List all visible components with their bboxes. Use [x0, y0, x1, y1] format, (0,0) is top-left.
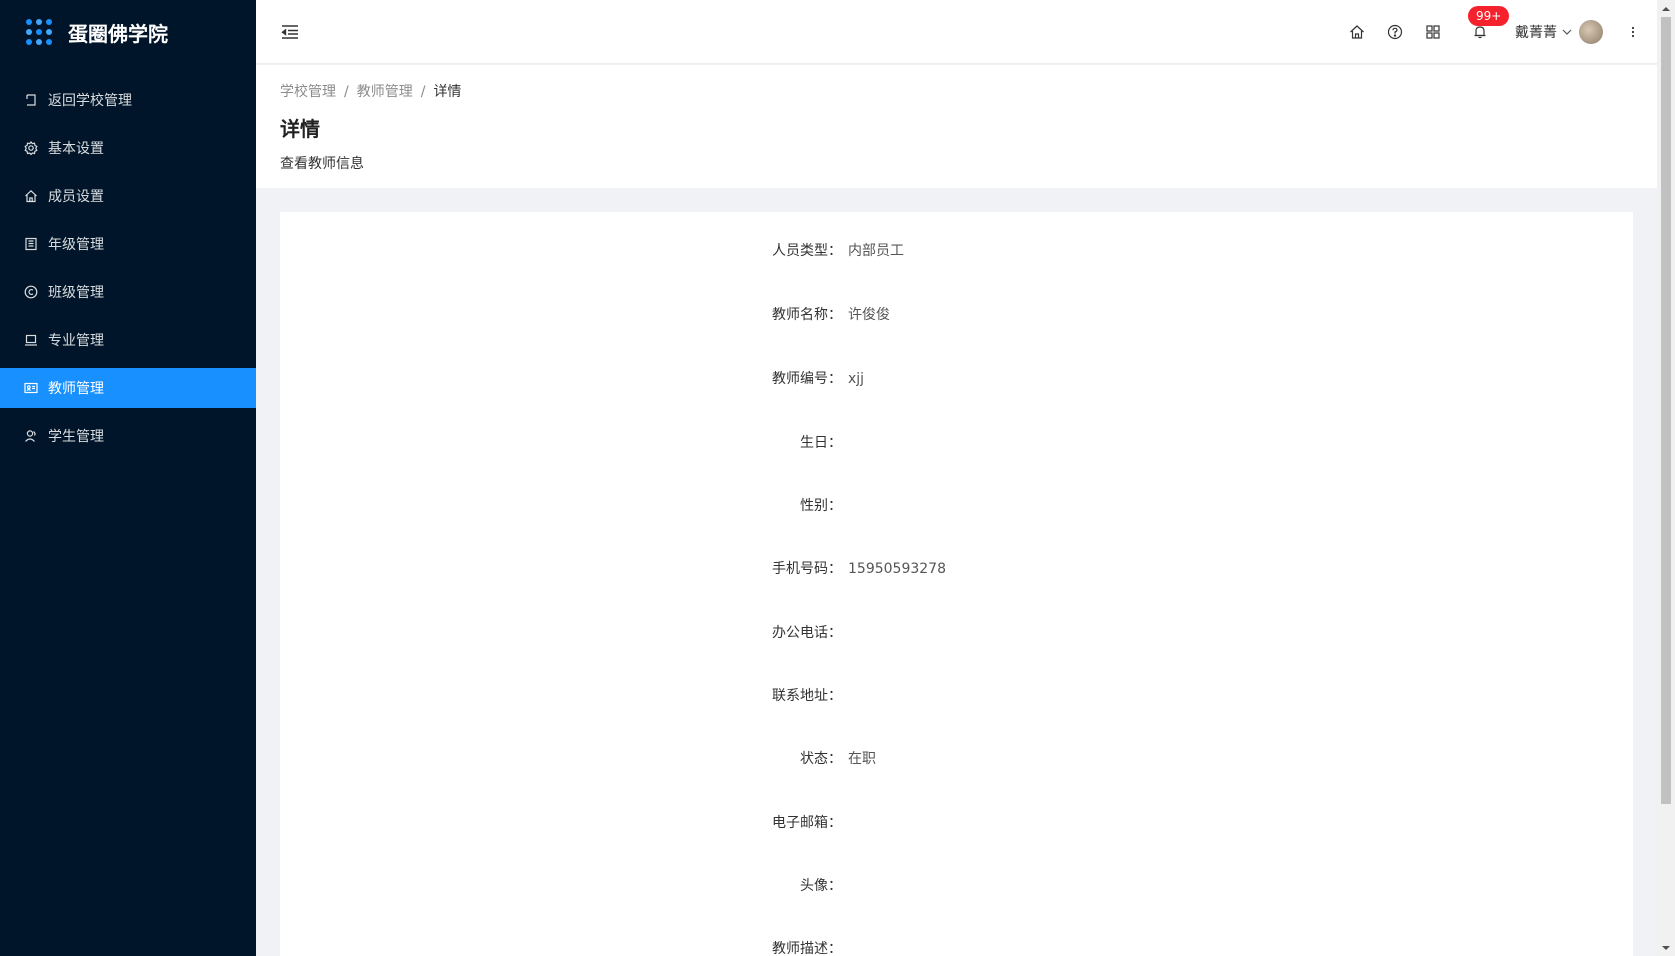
- app-title: 蛋圈佛学院: [68, 21, 168, 46]
- field-label: 教师编号：: [772, 371, 842, 387]
- breadcrumb: 学校管理 / 教师管理 / 详情: [280, 81, 1633, 103]
- help-icon[interactable]: [1387, 24, 1403, 40]
- notification-bell-icon[interactable]: 99+: [1468, 6, 1510, 40]
- field-office-phone: 办公电话：: [280, 622, 1633, 644]
- sidebar: 蛋圈佛学院 返回学校管理 基本设置 成员设置 年级管理 班级管理 专业管理 教师…: [0, 0, 256, 956]
- field-value: 15950593278: [848, 561, 946, 577]
- field-label: 性别：: [800, 498, 842, 514]
- home-icon: [24, 189, 38, 203]
- breadcrumb-item-current: 详情: [433, 84, 462, 100]
- sidebar-item-label: 成员设置: [48, 189, 104, 205]
- avatar[interactable]: [1579, 20, 1603, 44]
- sidebar-item-major[interactable]: 专业管理: [0, 320, 256, 360]
- detail-card: 人员类型： 内部员工 教师名称： 许俊俊 教师编号： xjj 生日： 性别： 手…: [280, 212, 1633, 956]
- field-birthday: 生日：: [280, 432, 1633, 454]
- sidebar-item-member-settings[interactable]: 成员设置: [0, 176, 256, 216]
- field-status: 状态： 在职: [280, 748, 1633, 770]
- menu-fold-icon[interactable]: [280, 22, 300, 42]
- field-label: 状态：: [800, 751, 842, 767]
- field-address: 联系地址：: [280, 685, 1633, 707]
- field-value: 在职: [848, 751, 876, 767]
- copyright-icon: [24, 285, 38, 299]
- breadcrumb-item-teacher[interactable]: 教师管理: [357, 84, 413, 100]
- field-label: 教师名称：: [772, 307, 842, 323]
- scroll-down-arrow-icon[interactable]: [1657, 939, 1675, 956]
- field-avatar: 头像：: [280, 875, 1633, 897]
- field-email: 电子邮箱：: [280, 812, 1633, 834]
- sidebar-item-student[interactable]: 学生管理: [0, 416, 256, 456]
- field-value: xjj: [848, 371, 865, 387]
- users-icon: [24, 429, 38, 443]
- sidebar-item-grade[interactable]: 年级管理: [0, 224, 256, 264]
- sidebar-item-basic-settings[interactable]: 基本设置: [0, 128, 256, 168]
- field-teacher-name: 教师名称： 许俊俊: [280, 304, 1633, 326]
- field-label: 电子邮箱：: [772, 815, 842, 831]
- more-vertical-icon[interactable]: [1625, 24, 1641, 40]
- field-label: 办公电话：: [772, 625, 842, 641]
- field-label: 人员类型：: [772, 243, 842, 259]
- user-menu[interactable]: 戴菁菁: [1515, 20, 1603, 44]
- field-label: 联系地址：: [772, 688, 842, 704]
- sidebar-item-class[interactable]: 班级管理: [0, 272, 256, 312]
- field-value: 许俊俊: [848, 307, 890, 323]
- field-person-type: 人员类型： 内部员工: [280, 240, 1633, 262]
- home-icon[interactable]: [1349, 24, 1365, 40]
- field-label: 生日：: [800, 435, 842, 451]
- breadcrumb-item-school[interactable]: 学校管理: [280, 84, 336, 100]
- back-icon: [24, 93, 38, 107]
- field-label: 手机号码：: [772, 561, 842, 577]
- sidebar-item-label: 教师管理: [48, 381, 104, 397]
- gear-icon: [24, 141, 38, 155]
- field-description: 教师描述：: [280, 938, 1633, 956]
- sidebar-item-label: 返回学校管理: [48, 93, 132, 109]
- id-card-icon: [24, 381, 38, 395]
- breadcrumb-separator: /: [420, 84, 426, 100]
- sidebar-item-back[interactable]: 返回学校管理: [0, 80, 256, 120]
- sidebar-item-teacher[interactable]: 教师管理: [0, 368, 256, 408]
- app-grid-logo-icon: [26, 19, 52, 45]
- field-label: 教师描述：: [772, 941, 842, 956]
- sidebar-item-label: 专业管理: [48, 333, 104, 349]
- building-icon: [24, 237, 38, 251]
- sidebar-item-label: 年级管理: [48, 237, 104, 253]
- field-gender: 性别：: [280, 495, 1633, 517]
- chevron-down-icon: [1562, 29, 1572, 35]
- sidebar-item-label: 基本设置: [48, 141, 104, 157]
- field-value: 内部员工: [848, 243, 904, 259]
- sidebar-menu: 返回学校管理 基本设置 成员设置 年级管理 班级管理 专业管理 教师管理 学生管…: [0, 80, 256, 456]
- field-label: 头像：: [800, 878, 842, 894]
- logo[interactable]: 蛋圈佛学院: [0, 0, 256, 64]
- laptop-icon: [24, 333, 38, 347]
- apps-grid-icon[interactable]: [1425, 24, 1441, 40]
- breadcrumb-separator: /: [344, 84, 349, 100]
- scroll-up-arrow-icon[interactable]: [1657, 0, 1675, 17]
- field-teacher-code: 教师编号： xjj: [280, 368, 1633, 390]
- notification-badge: 99+: [1468, 6, 1510, 26]
- top-header: 99+ 戴菁菁: [256, 0, 1657, 64]
- page-header: 学校管理 / 教师管理 / 详情 详情 查看教师信息: [256, 65, 1657, 188]
- sidebar-item-label: 学生管理: [48, 429, 104, 445]
- user-name: 戴菁菁: [1515, 25, 1557, 41]
- sidebar-item-label: 班级管理: [48, 285, 104, 301]
- page-title: 详情: [280, 117, 320, 141]
- field-phone: 手机号码： 15950593278: [280, 558, 1633, 580]
- scrollbar-thumb[interactable]: [1661, 17, 1671, 804]
- vertical-scrollbar[interactable]: [1657, 0, 1675, 956]
- header-actions: 99+ 戴菁菁: [1338, 0, 1641, 64]
- page-description: 查看教师信息: [280, 156, 364, 172]
